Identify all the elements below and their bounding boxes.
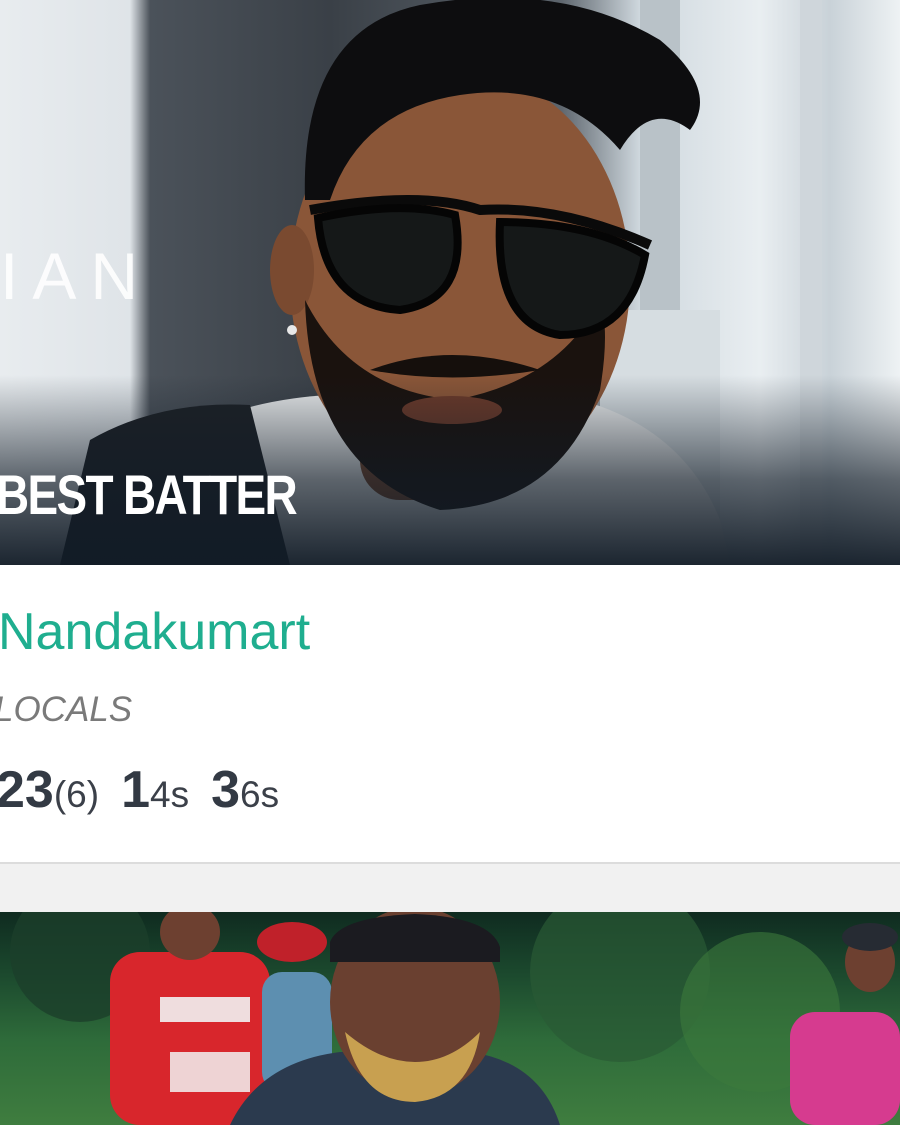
- sixes-count: 3: [211, 761, 240, 819]
- batting-stats: 23(6) 14s 36s: [0, 760, 279, 820]
- next-award-card[interactable]: [0, 912, 900, 1125]
- player-photo: IAN BEST BATTER: [0, 0, 900, 565]
- sponsor-text: IAN: [0, 239, 153, 313]
- fours-label: 4s: [150, 774, 190, 815]
- team-name: LOCALS: [0, 690, 133, 729]
- best-batter-card[interactable]: IAN BEST BATTER Nandakumart LOCALS 23(6)…: [0, 0, 900, 864]
- runs-value: 23: [0, 761, 54, 819]
- fours-count: 1: [121, 761, 150, 819]
- award-title: BEST BATTER: [0, 463, 298, 526]
- balls-value: (6): [53, 774, 100, 815]
- player-name[interactable]: Nandakumart: [0, 602, 310, 662]
- player-photo-2-graphic: [10, 912, 900, 1125]
- sixes-label: 6s: [240, 774, 280, 815]
- player-photo-2: [0, 912, 900, 1125]
